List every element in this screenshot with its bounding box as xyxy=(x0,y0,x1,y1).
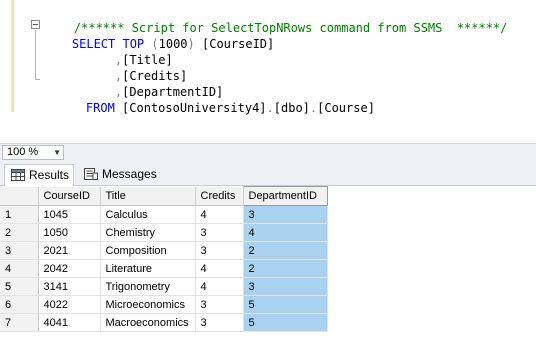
code-line-select: SELECT TOP (1000) [CourseID] xyxy=(43,20,274,51)
cell-credits[interactable]: 4 xyxy=(195,259,244,278)
cell-departmentid[interactable]: 5 xyxy=(243,295,328,314)
cell-courseid[interactable]: 3141 xyxy=(38,277,101,296)
change-marker xyxy=(11,0,14,112)
code-line-credits: ,[Credits] xyxy=(86,52,187,83)
zoom-dropdown[interactable]: 100 % ▼ xyxy=(2,145,64,160)
cell-departmentid[interactable]: 2 xyxy=(243,241,328,260)
cell-title[interactable]: Composition xyxy=(100,241,196,260)
messages-icon xyxy=(84,168,98,180)
tab-results-label: Results xyxy=(29,168,70,182)
row-number-header[interactable] xyxy=(0,186,39,206)
code-line-title: ,[Title] xyxy=(86,36,173,67)
column-header-title[interactable]: Title xyxy=(100,186,196,206)
code-line-from: FROM [ContosoUniversity4].[dbo].[Course] xyxy=(57,84,375,115)
cell-credits[interactable]: 4 xyxy=(195,205,244,224)
code-token: [Course] xyxy=(317,101,375,115)
column-header-credits[interactable]: Credits xyxy=(195,186,244,206)
row-number[interactable]: 4 xyxy=(0,259,39,278)
results-table: CourseID Title Credits DepartmentID 1 10… xyxy=(0,186,328,332)
zoom-value: 100 % xyxy=(7,146,39,158)
cell-courseid[interactable]: 1045 xyxy=(38,205,101,224)
code-line-comment: /****** Script for SelectTopNRows comman… xyxy=(45,4,507,35)
cell-departmentid[interactable]: 5 xyxy=(243,313,328,332)
code-token: . xyxy=(266,101,274,115)
row-number[interactable]: 1 xyxy=(0,205,39,224)
tab-messages-label: Messages xyxy=(102,167,157,181)
fold-guide-end xyxy=(35,79,40,80)
cell-courseid[interactable]: 2042 xyxy=(38,259,101,278)
results-grid[interactable]: CourseID Title Credits DepartmentID 1 10… xyxy=(0,186,536,340)
cell-credits[interactable]: 4 xyxy=(195,277,244,296)
cell-credits[interactable]: 3 xyxy=(195,313,244,332)
row-number[interactable]: 5 xyxy=(0,277,39,296)
column-header-departmentid[interactable]: DepartmentID xyxy=(242,186,328,206)
cell-courseid[interactable]: 1050 xyxy=(38,223,101,242)
cell-departmentid[interactable]: 3 xyxy=(243,205,328,224)
cell-title[interactable]: Chemistry xyxy=(100,223,196,242)
cell-credits[interactable]: 3 xyxy=(195,223,244,242)
zoom-bar: 100 % ▼ xyxy=(0,143,536,161)
cell-departmentid[interactable]: 4 xyxy=(243,223,328,242)
header-row: CourseID Title Credits DepartmentID xyxy=(0,186,328,206)
table-row[interactable]: 1 1045 Calculus 4 3 xyxy=(0,205,328,224)
table-row[interactable]: 3 2021 Composition 3 2 xyxy=(0,241,328,260)
cell-credits[interactable]: 3 xyxy=(195,295,244,314)
chevron-down-icon[interactable]: ▼ xyxy=(53,146,61,159)
code-token: ) xyxy=(187,37,195,51)
cell-departmentid[interactable]: 3 xyxy=(243,277,328,296)
tab-messages[interactable]: Messages xyxy=(78,164,160,186)
code-token: [CourseID] xyxy=(194,37,275,51)
cell-departmentid[interactable]: 2 xyxy=(243,259,328,278)
table-row[interactable]: 6 4022 Microeconomics 3 5 xyxy=(0,295,328,314)
row-number[interactable]: 2 xyxy=(0,223,39,242)
table-row[interactable]: 5 3141 Trigonometry 4 3 xyxy=(0,277,328,296)
cell-courseid[interactable]: 4022 xyxy=(38,295,101,314)
results-tab-strip: Results Messages xyxy=(0,161,536,186)
grid-icon xyxy=(11,169,25,181)
cell-courseid[interactable]: 2021 xyxy=(38,241,101,260)
code-token: [dbo] xyxy=(273,101,310,115)
code-token: FROM xyxy=(85,101,123,115)
row-number[interactable]: 3 xyxy=(0,241,39,260)
collapse-toggle-icon[interactable] xyxy=(31,20,40,29)
cell-title[interactable]: Macroeconomics xyxy=(100,313,196,332)
table-row[interactable]: 4 2042 Literature 4 2 xyxy=(0,259,328,278)
table-row[interactable]: 7 4041 Macroeconomics 3 5 xyxy=(0,313,328,332)
cell-title[interactable]: Literature xyxy=(100,259,196,278)
row-number[interactable]: 7 xyxy=(0,313,39,332)
cell-title[interactable]: Trigonometry xyxy=(100,277,196,296)
row-number[interactable]: 6 xyxy=(0,295,39,314)
cell-title[interactable]: Microeconomics xyxy=(100,295,196,314)
cell-credits[interactable]: 3 xyxy=(195,241,244,260)
fold-guide xyxy=(35,30,36,79)
tab-results[interactable]: Results xyxy=(4,164,74,186)
table-row[interactable]: 2 1050 Chemistry 3 4 xyxy=(0,223,328,242)
code-token: [ContosoUniversity4] xyxy=(122,101,267,115)
code-line-department: ,[DepartmentID] xyxy=(86,68,223,99)
query-editor[interactable]: /****** Script for SelectTopNRows comman… xyxy=(0,0,536,134)
cell-title[interactable]: Calculus xyxy=(100,205,196,224)
column-header-courseid[interactable]: CourseID xyxy=(38,186,101,206)
cell-courseid[interactable]: 4041 xyxy=(38,313,101,332)
